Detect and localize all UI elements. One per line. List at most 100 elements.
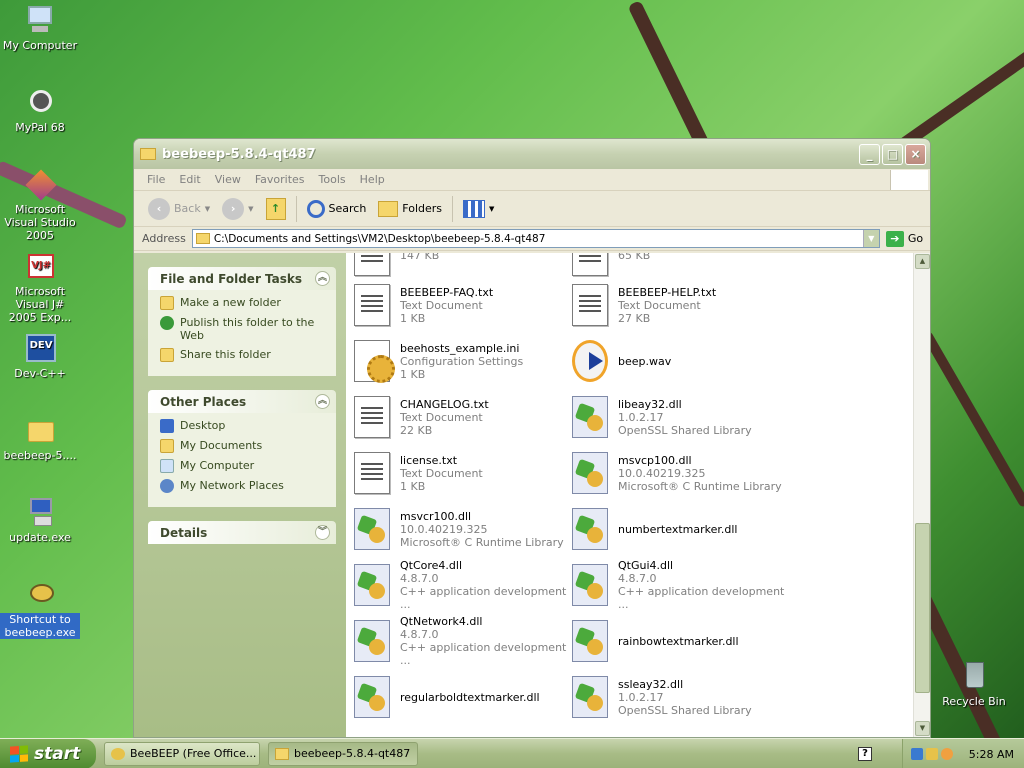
expand-icon[interactable]: ︾ <box>315 525 330 540</box>
file-item[interactable]: regularboldtextmarker.dll <box>354 671 572 723</box>
desktop-icon-label: Dev-C++ <box>14 367 66 380</box>
bee-icon <box>24 578 56 610</box>
file-detail: Text Document <box>618 298 701 312</box>
panel-header[interactable]: Other Places ︽ <box>148 390 336 413</box>
desktop-icon-label: Recycle Bin <box>942 695 1006 708</box>
up-folder-button[interactable]: ↑ <box>260 194 292 224</box>
search-tray-icon[interactable] <box>941 748 953 760</box>
file-folder-tasks-panel: File and Folder Tasks ︽ Make a new folde… <box>148 267 336 376</box>
back-button[interactable]: ‹ Back ▼ <box>142 194 216 224</box>
file-item[interactable]: 65 KB <box>572 253 790 281</box>
minimize-button[interactable]: _ <box>859 143 880 165</box>
views-button[interactable]: ▼ <box>457 194 500 224</box>
menu-help[interactable]: Help <box>353 173 392 186</box>
file-item[interactable]: license.txt Text Document 1 KB <box>354 447 572 499</box>
panel-header[interactable]: Details ︾ <box>148 521 336 544</box>
address-input[interactable]: C:\Documents and Settings\VM2\Desktop\be… <box>191 229 880 248</box>
task-make-new-folder[interactable]: Make a new folder <box>160 296 326 310</box>
file-detail: 1.0.2.17 <box>618 690 664 704</box>
text-file-icon <box>572 253 608 276</box>
menu-tools[interactable]: Tools <box>312 173 353 186</box>
file-name: ssleay32.dll <box>618 677 684 691</box>
desktop-icon-update[interactable]: update.exe <box>0 496 80 544</box>
file-item[interactable]: msvcp100.dll 10.0.40219.325 Microsoft® C R… <box>572 447 790 499</box>
desktop-icon-visual-j[interactable]: VJ# Microsoft Visual J# 2005 Exp... <box>0 250 80 324</box>
scroll-thumb[interactable] <box>915 523 930 693</box>
file-item[interactable]: beep.wav <box>572 335 790 387</box>
toolbar-separator <box>452 195 454 222</box>
taskbar-item-folder[interactable]: beebeep-5.8.4-qt487 <box>268 741 418 766</box>
menu-view[interactable]: View <box>208 173 248 186</box>
file-item[interactable]: numbertextmarker.dll <box>572 503 790 555</box>
menu-edit[interactable]: Edit <box>172 173 207 186</box>
start-button[interactable]: start <box>0 738 96 768</box>
file-item[interactable]: msvcr100.dll 10.0.40219.325 Microsoft® C R… <box>354 503 572 555</box>
network-icon[interactable] <box>911 748 923 760</box>
file-name: libeay32.dll <box>618 397 682 411</box>
file-item[interactable]: rainbowtextmarker.dll <box>572 615 790 667</box>
folder-icon <box>24 414 56 446</box>
go-button[interactable]: ➔ Go <box>885 230 923 247</box>
documents-icon <box>160 439 174 453</box>
place-my-computer[interactable]: My Computer <box>160 459 326 473</box>
help-icon[interactable]: ? <box>858 747 872 761</box>
folders-icon <box>378 200 399 217</box>
scroll-up-button[interactable]: ▲ <box>915 254 930 269</box>
menu-favorites[interactable]: Favorites <box>248 173 312 186</box>
forward-button[interactable]: › ▼ <box>216 194 259 224</box>
desktop-icon-label: update.exe <box>9 531 71 544</box>
views-icon <box>463 199 486 218</box>
file-detail: 147 KB <box>400 253 440 262</box>
folder-icon <box>140 148 156 160</box>
task-publish-folder[interactable]: Publish this folder to the Web <box>160 316 326 342</box>
maximize-button[interactable]: □ <box>882 143 903 165</box>
desktop-icon-visual-studio[interactable]: Microsoft Visual Studio 2005 <box>0 168 80 242</box>
scroll-down-button[interactable]: ▼ <box>915 721 930 736</box>
folder-icon <box>275 747 289 760</box>
clock: 5:28 AM <box>968 747 1014 761</box>
collapse-icon[interactable]: ︽ <box>315 394 330 409</box>
up-arrow-icon: ↑ <box>265 197 286 220</box>
address-value: C:\Documents and Settings\VM2\Desktop\be… <box>213 232 546 245</box>
bee-tray-icon[interactable] <box>926 748 938 760</box>
place-my-documents[interactable]: My Documents <box>160 439 326 453</box>
system-tray: 5:28 AM <box>902 739 1024 768</box>
file-item[interactable]: beehosts_example.ini Configuration Settin… <box>354 335 572 387</box>
search-button[interactable]: Search <box>301 194 373 224</box>
file-item[interactable]: 147 KB <box>354 253 572 281</box>
desktop-icon-my-computer[interactable]: My Computer <box>0 4 80 52</box>
desktop-icon-mypal[interactable]: MyPal 68 <box>0 86 80 134</box>
place-my-network[interactable]: My Network Places <box>160 479 326 493</box>
desktop-icon-beebeep-folder[interactable]: beebeep-5.... <box>0 414 80 462</box>
window-title: beebeep-5.8.4-qt487 <box>162 146 316 162</box>
file-item[interactable]: ssleay32.dll 1.0.2.17 OpenSSL Shared Libra… <box>572 671 790 723</box>
title-bar[interactable]: beebeep-5.8.4-qt487 _ □ × <box>134 139 930 169</box>
task-share-folder[interactable]: Share this folder <box>160 348 326 362</box>
desktop-icon-dev-cpp[interactable]: DEV Dev-C++ <box>0 332 80 380</box>
taskbar-item-beebeep[interactable]: BeeBEEP (Free Office... <box>104 741 260 766</box>
file-item[interactable]: CHANGELOG.txt Text Document 22 KB <box>354 391 572 443</box>
collapse-icon[interactable]: ︽ <box>315 271 330 286</box>
task-label: Make a new folder <box>180 296 281 309</box>
desktop-icon-recycle-bin[interactable]: Recycle Bin <box>934 660 1014 708</box>
file-item[interactable]: QtNetwork4.dll 4.8.7.0 C++ application dev… <box>354 615 572 667</box>
folders-button[interactable]: Folders <box>372 194 448 224</box>
file-item[interactable]: BEEBEEP-FAQ.txt Text Document 1 KB <box>354 279 572 331</box>
file-detail: C++ application development ... <box>618 585 785 611</box>
file-item[interactable]: BEEBEEP-HELP.txt Text Document 27 KB <box>572 279 790 331</box>
place-desktop[interactable]: Desktop <box>160 419 326 433</box>
panel-title: Other Places <box>160 394 247 409</box>
menu-file[interactable]: File <box>140 173 172 186</box>
file-item[interactable]: QtGui4.dll 4.8.7.0 C++ application develop… <box>572 559 790 611</box>
desktop-icon-beebeep-shortcut[interactable]: Shortcut to beebeep.exe <box>0 578 80 639</box>
file-item[interactable]: QtCore4.dll 4.8.7.0 C++ application develo… <box>354 559 572 611</box>
vertical-scrollbar[interactable]: ▲ ▼ <box>913 253 930 737</box>
panel-header[interactable]: File and Folder Tasks ︽ <box>148 267 336 290</box>
taskbar: start BeeBEEP (Free Office... beebeep-5.… <box>0 738 1024 768</box>
dev-cpp-icon: DEV <box>24 332 56 364</box>
desktop-icon-label: Microsoft Visual J# 2005 Exp... <box>8 285 72 324</box>
file-name: BEEBEEP-FAQ.txt <box>400 285 494 299</box>
close-button[interactable]: × <box>905 143 926 165</box>
file-item[interactable]: libeay32.dll 1.0.2.17 OpenSSL Shared Libra… <box>572 391 790 443</box>
address-dropdown-button[interactable]: ▼ <box>862 230 879 247</box>
